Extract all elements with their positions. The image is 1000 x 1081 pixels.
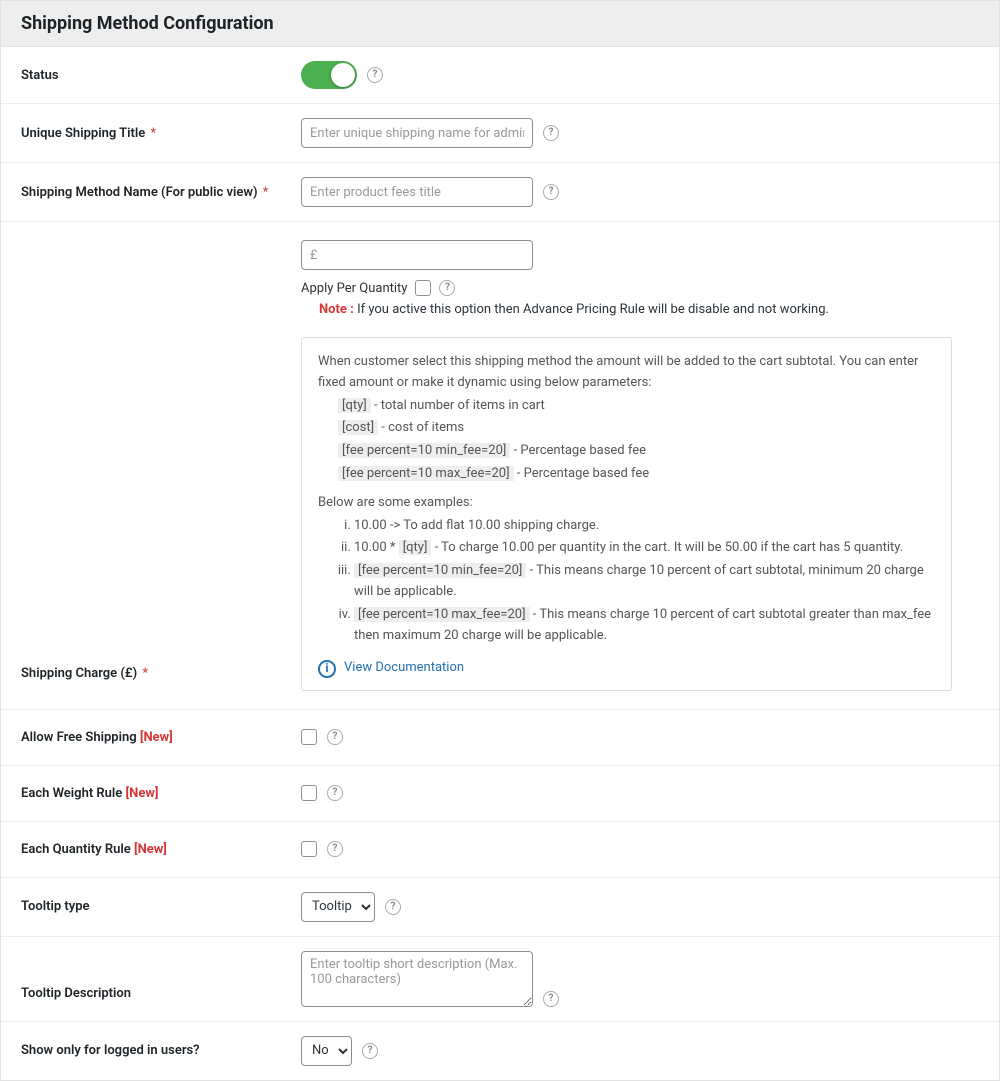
row-allow-free: Allow Free Shipping [New] ?	[1, 710, 999, 766]
row-unique-title: Unique Shipping Title * ?	[1, 104, 999, 163]
each-weight-checkbox[interactable]	[301, 785, 317, 801]
label-unique-title: Unique Shipping Title *	[1, 104, 301, 162]
row-method-name: Shipping Method Name (For public view) *…	[1, 163, 999, 222]
tooltip-desc-textarea[interactable]	[301, 951, 533, 1007]
label-each-qty: Each Quantity Rule [New]	[1, 822, 301, 877]
apply-per-qty-label: Apply Per Quantity	[301, 281, 407, 296]
new-badge: [New]	[134, 842, 167, 857]
help-icon[interactable]: ?	[385, 899, 401, 915]
row-tooltip-type: Tooltip type Tooltip ?	[1, 878, 999, 937]
info-icon: i	[318, 660, 336, 678]
row-each-qty: Each Quantity Rule [New] ?	[1, 822, 999, 878]
label-each-weight: Each Weight Rule [New]	[1, 766, 301, 821]
row-each-weight: Each Weight Rule [New] ?	[1, 766, 999, 822]
help-icon[interactable]: ?	[543, 125, 559, 141]
row-status: Status ?	[1, 47, 999, 104]
label-logged-in: Show only for logged in users?	[1, 1022, 301, 1080]
label-allow-free: Allow Free Shipping [New]	[1, 710, 301, 765]
method-name-input[interactable]	[301, 177, 533, 207]
panel-header: Shipping Method Configuration	[1, 1, 999, 47]
label-tooltip-type: Tooltip type	[1, 878, 301, 936]
required-marker: *	[139, 666, 148, 681]
new-badge: [New]	[126, 786, 159, 801]
row-tooltip-desc: Tooltip Description ?	[1, 937, 999, 1022]
help-icon[interactable]: ?	[543, 184, 559, 200]
unique-title-input[interactable]	[301, 118, 533, 148]
help-icon[interactable]: ?	[439, 280, 455, 296]
help-icon[interactable]: ?	[367, 67, 383, 83]
label-status: Status	[1, 47, 301, 103]
new-badge: [New]	[140, 730, 173, 745]
row-shipping-charge: Shipping Charge (£) * Apply Per Quantity…	[1, 222, 999, 710]
help-icon[interactable]: ?	[543, 991, 559, 1007]
note-line: Note : If you active this option then Ad…	[319, 302, 979, 317]
page-title: Shipping Method Configuration	[21, 13, 979, 34]
allow-free-checkbox[interactable]	[301, 729, 317, 745]
label-method-name: Shipping Method Name (For public view) *	[1, 163, 301, 221]
example-item: [fee percent=10 min_fee=20] - This means…	[354, 561, 935, 603]
required-marker: *	[147, 126, 156, 141]
help-icon[interactable]: ?	[327, 785, 343, 801]
example-item: 10.00 * [qty] - To charge 10.00 per quan…	[354, 538, 935, 559]
tooltip-type-select[interactable]: Tooltip	[301, 892, 375, 922]
row-logged-in: Show only for logged in users? No ?	[1, 1022, 999, 1080]
help-box: When customer select this shipping metho…	[301, 337, 952, 691]
help-icon[interactable]: ?	[327, 729, 343, 745]
status-toggle[interactable]	[301, 61, 357, 89]
help-icon[interactable]: ?	[362, 1043, 378, 1059]
label-shipping-charge: Shipping Charge (£) *	[1, 222, 301, 709]
help-icon[interactable]: ?	[327, 841, 343, 857]
toggle-knob	[331, 63, 355, 87]
required-marker: *	[260, 185, 269, 200]
view-documentation-link[interactable]: i View Documentation	[318, 658, 464, 679]
apply-per-qty-checkbox[interactable]	[415, 280, 431, 296]
example-item: 10.00 -> To add flat 10.00 shipping char…	[354, 516, 935, 537]
config-panel: Shipping Method Configuration Status ? U…	[0, 0, 1000, 1081]
each-qty-checkbox[interactable]	[301, 841, 317, 857]
logged-in-select[interactable]: No	[301, 1036, 352, 1066]
shipping-charge-input[interactable]	[301, 240, 533, 270]
label-tooltip-desc: Tooltip Description	[1, 937, 301, 1021]
example-item: [fee percent=10 max_fee=20] - This means…	[354, 605, 935, 647]
